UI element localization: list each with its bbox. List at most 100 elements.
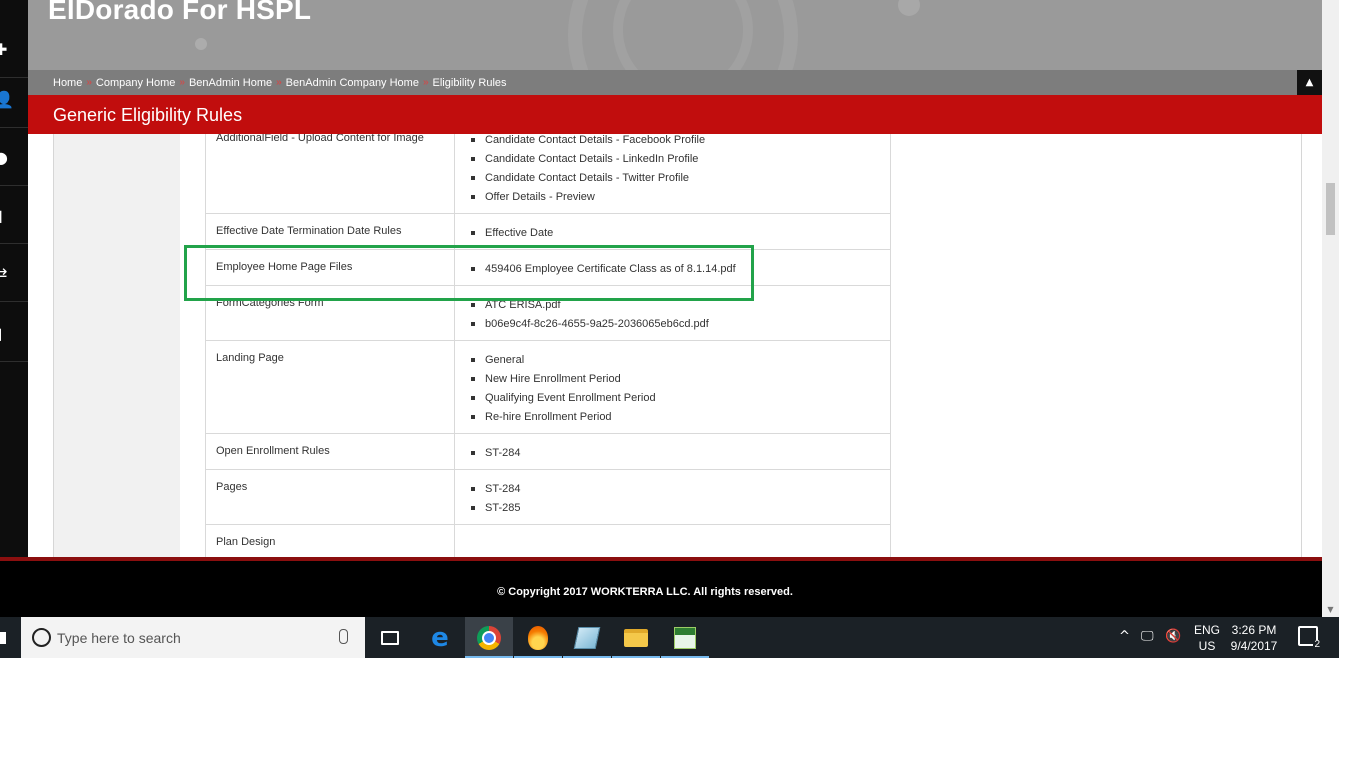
rule-value[interactable]: Candidate Contact Details - Twitter Prof… (469, 169, 880, 188)
rule-name: Effective Date Termination Date Rules (205, 213, 455, 250)
rule-value[interactable]: ST-284 (469, 480, 880, 499)
taskbar-search-box[interactable] (21, 617, 365, 658)
taskbar-spreadsheet-app[interactable] (661, 617, 709, 658)
rule-value[interactable]: General (469, 351, 880, 370)
rule-name: Employee Home Page Files (205, 249, 455, 286)
rule-value[interactable]: Candidate Contact Details - Facebook Pro… (469, 134, 880, 150)
taskbar-chrome[interactable] (465, 617, 513, 658)
header-decoration (898, 0, 920, 16)
chrome-icon (477, 625, 501, 650)
taskbar-search-input[interactable] (57, 617, 317, 658)
task-view-icon (381, 630, 399, 645)
rule-values: ST-284 ST-285 (454, 469, 891, 525)
rule-values: General New Hire Enrollment Period Quali… (454, 340, 891, 434)
rule-name: FormCategories Form (205, 285, 455, 341)
main-content: AdditionalField - Upload Content for Ima… (28, 134, 1322, 557)
puzzle-icon[interactable]: ✚ (0, 22, 28, 78)
region-code: US (1198, 639, 1216, 653)
flame-app-icon (528, 625, 548, 650)
cortana-circle-icon (32, 628, 51, 647)
taskbar-flame-app[interactable] (514, 617, 562, 658)
rule-value[interactable]: ST-284 (469, 444, 880, 463)
table-row: FormCategories Form ATC ERISA.pdf b06e9c… (205, 285, 891, 341)
edge-icon: e (431, 622, 449, 653)
breadcrumb-eligibility-rules[interactable]: Eligibility Rules (433, 77, 507, 89)
app-title: ElDorado For HSPL (48, 0, 312, 25)
copyright-text: © Copyright 2017 WORKTERRA LLC. All righ… (497, 586, 793, 598)
rule-value[interactable]: 459406 Employee Certificate Class as of … (469, 260, 880, 279)
rule-value[interactable]: Qualifying Event Enrollment Period (469, 389, 880, 408)
rule-value[interactable]: Candidate Contact Details - LinkedIn Pro… (469, 150, 880, 169)
rule-name: AdditionalField - Upload Content for Ima… (205, 134, 455, 214)
rule-value[interactable]: Re-hire Enrollment Period (469, 408, 880, 427)
rule-name: Pages (205, 469, 455, 525)
language-indicator[interactable]: ENG US (1192, 622, 1222, 654)
notepad-app-icon (573, 626, 601, 649)
breadcrumb: Home » Company Home » BenAdmin Home » Be… (53, 70, 507, 95)
rule-values (454, 524, 891, 557)
user-star-icon[interactable]: 👤 (0, 72, 28, 128)
panel-side-strip (54, 134, 180, 557)
clock-time: 3:26 PM (1231, 623, 1277, 637)
table-row: Open Enrollment Rules ST-284 (205, 433, 891, 470)
table-row: Pages ST-284 ST-285 (205, 469, 891, 525)
rule-values: Effective Date (454, 213, 891, 250)
rule-name: Plan Design (205, 524, 455, 557)
table-row: Effective Date Termination Date Rules Ef… (205, 213, 891, 250)
windows-taskbar: e ^ 🖵 🔇 ENG US 3:26 PM 9/4/2017 2 (0, 617, 1339, 658)
chevron-up-icon[interactable]: ^ (1119, 629, 1130, 644)
chevron-up-icon: ▲ (1305, 77, 1314, 88)
table-row: Employee Home Page Files 459406 Employee… (205, 249, 891, 286)
file-explorer-icon (624, 628, 648, 647)
rule-values: ATC ERISA.pdf b06e9c4f-8c26-4655-9a25-20… (454, 285, 891, 341)
user-icon[interactable]: ● (0, 130, 28, 186)
content-panel: AdditionalField - Upload Content for Ima… (53, 134, 1302, 557)
header-decoration (613, 0, 753, 70)
windows-logo-icon (0, 631, 6, 644)
rule-value[interactable]: New Hire Enrollment Period (469, 370, 880, 389)
clock[interactable]: 3:26 PM 9/4/2017 (1224, 622, 1284, 654)
collapse-header-button[interactable]: ▲ (1297, 70, 1322, 95)
task-view-button[interactable] (366, 617, 414, 658)
breadcrumb-bar: Home » Company Home » BenAdmin Home » Be… (28, 70, 1322, 95)
rule-values: 459406 Employee Certificate Class as of … (454, 249, 891, 286)
spreadsheet-app-icon (674, 626, 696, 649)
breadcrumb-benadmin-company-home[interactable]: BenAdmin Company Home (286, 77, 419, 89)
language-code: ENG (1193, 623, 1220, 637)
left-sidebar: ✚ 👤 ● ▮ ⇄ ◖ (0, 0, 28, 617)
rule-name: Landing Page (205, 340, 455, 434)
bar-chart-icon[interactable]: ▮ (0, 188, 28, 244)
breadcrumb-benadmin-home[interactable]: BenAdmin Home (189, 77, 272, 89)
breadcrumb-separator: » (422, 77, 429, 88)
taskbar-file-explorer[interactable] (612, 617, 660, 658)
scroll-down-arrow-icon[interactable]: ▼ (1322, 601, 1339, 617)
page-scrollbar[interactable]: ▼ (1322, 0, 1339, 617)
rule-value[interactable]: b06e9c4f-8c26-4655-9a25-2036065eb6cd.pdf (469, 315, 880, 334)
breadcrumb-home[interactable]: Home (53, 77, 82, 89)
rule-value[interactable]: Effective Date (469, 224, 880, 243)
taskbar-notepad-app[interactable] (563, 617, 611, 658)
breadcrumb-company-home[interactable]: Company Home (96, 77, 175, 89)
table-row: Landing Page General New Hire Enrollment… (205, 340, 891, 434)
rule-value[interactable]: ST-285 (469, 499, 880, 518)
rule-values: Candidate Contact Details - Facebook Pro… (454, 134, 891, 214)
volume-muted-icon[interactable]: 🔇 (1165, 629, 1181, 644)
network-icon[interactable]: 🖵 (1141, 629, 1154, 644)
scrollbar-thumb[interactable] (1326, 183, 1335, 235)
page-title-bar: Generic Eligibility Rules (28, 95, 1322, 134)
clock-date: 9/4/2017 (1230, 639, 1278, 653)
chat-bubble-icon[interactable]: ◖ (0, 306, 28, 362)
transfer-arrows-icon[interactable]: ⇄ (0, 246, 28, 302)
start-button[interactable] (0, 617, 20, 658)
taskbar-edge[interactable]: e (416, 617, 464, 658)
header-decoration (195, 38, 207, 50)
rule-values: ST-284 (454, 433, 891, 470)
table-row: Plan Design (205, 524, 891, 557)
breadcrumb-separator: » (179, 77, 185, 88)
notification-count: 2 (1313, 639, 1321, 650)
screen: ✚ 👤 ● ▮ ⇄ ◖ ElDorado For HSPL Home » Com… (0, 0, 1366, 768)
action-center-button[interactable]: 2 (1298, 626, 1321, 650)
rule-value[interactable]: Offer Details - Preview (469, 188, 880, 207)
rule-value[interactable]: ATC ERISA.pdf (469, 296, 880, 315)
microphone-icon[interactable] (339, 629, 348, 644)
